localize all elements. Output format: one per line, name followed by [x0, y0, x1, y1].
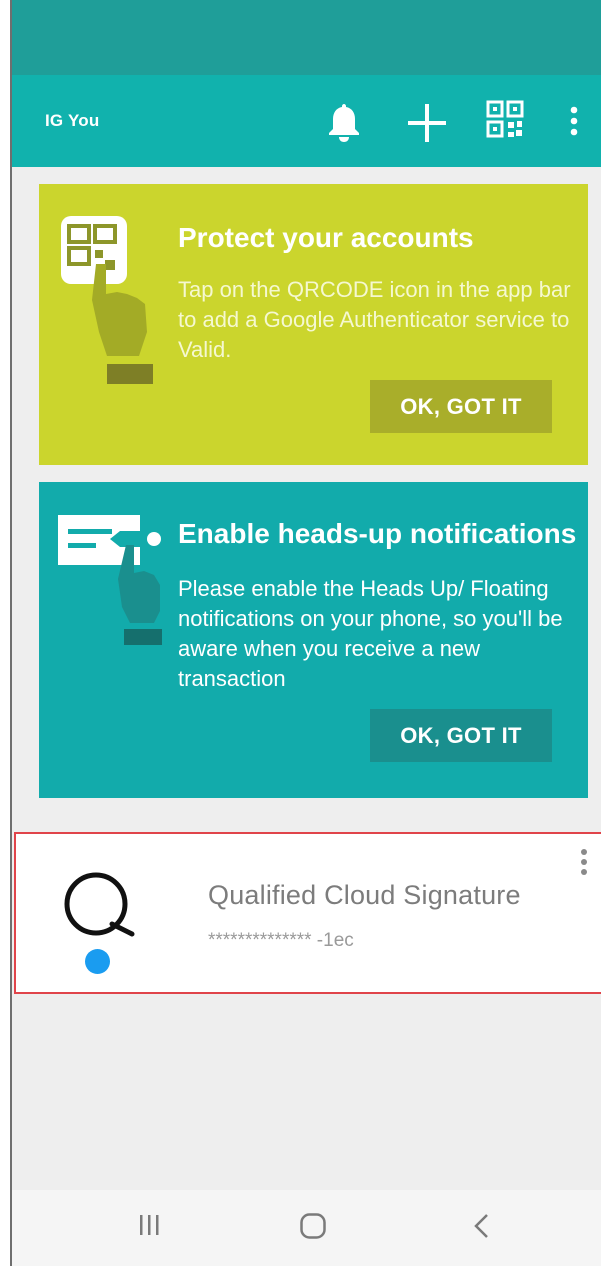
card-title: Enable heads-up notifications	[178, 518, 577, 549]
ok-got-it-button[interactable]: OK, GOT IT	[370, 709, 552, 762]
phone-screen: IG You Protect your accounts Tap on the …	[10, 0, 601, 1266]
account-masked-id: ************** -1ec	[208, 930, 354, 951]
back-icon[interactable]	[471, 1212, 491, 1245]
home-icon[interactable]	[299, 1212, 327, 1245]
overflow-menu-icon[interactable]	[569, 106, 579, 136]
heads-up-notifications-card: Enable heads-up notifications Please ena…	[39, 482, 588, 798]
plus-icon[interactable]	[407, 103, 447, 143]
account-overflow-menu-icon[interactable]	[579, 848, 589, 881]
card-title: Protect your accounts	[178, 222, 474, 253]
qualified-q-logo-icon	[60, 870, 140, 947]
status-bar	[12, 0, 601, 75]
qr-code-icon[interactable]	[486, 100, 524, 140]
status-dot-icon	[85, 949, 110, 974]
system-nav-bar	[12, 1190, 601, 1266]
recents-icon[interactable]	[138, 1212, 160, 1243]
account-name: Qualified Cloud Signature	[208, 880, 521, 910]
app-title: IG You	[45, 111, 100, 130]
qr-tap-illustration	[59, 214, 159, 391]
ok-got-it-button[interactable]: OK, GOT IT	[370, 380, 552, 433]
protect-accounts-card: Protect your accounts Tap on the QRCODE …	[39, 184, 588, 465]
notification-tap-illustration	[58, 515, 168, 650]
card-body: Tap on the QRCODE icon in the app bar to…	[178, 277, 571, 362]
account-list-item[interactable]: Qualified Cloud Signature **************…	[14, 832, 601, 994]
card-body: Please enable the Heads Up/ Floating not…	[178, 576, 563, 691]
app-bar: IG You	[12, 75, 601, 167]
bell-icon[interactable]	[327, 102, 361, 142]
